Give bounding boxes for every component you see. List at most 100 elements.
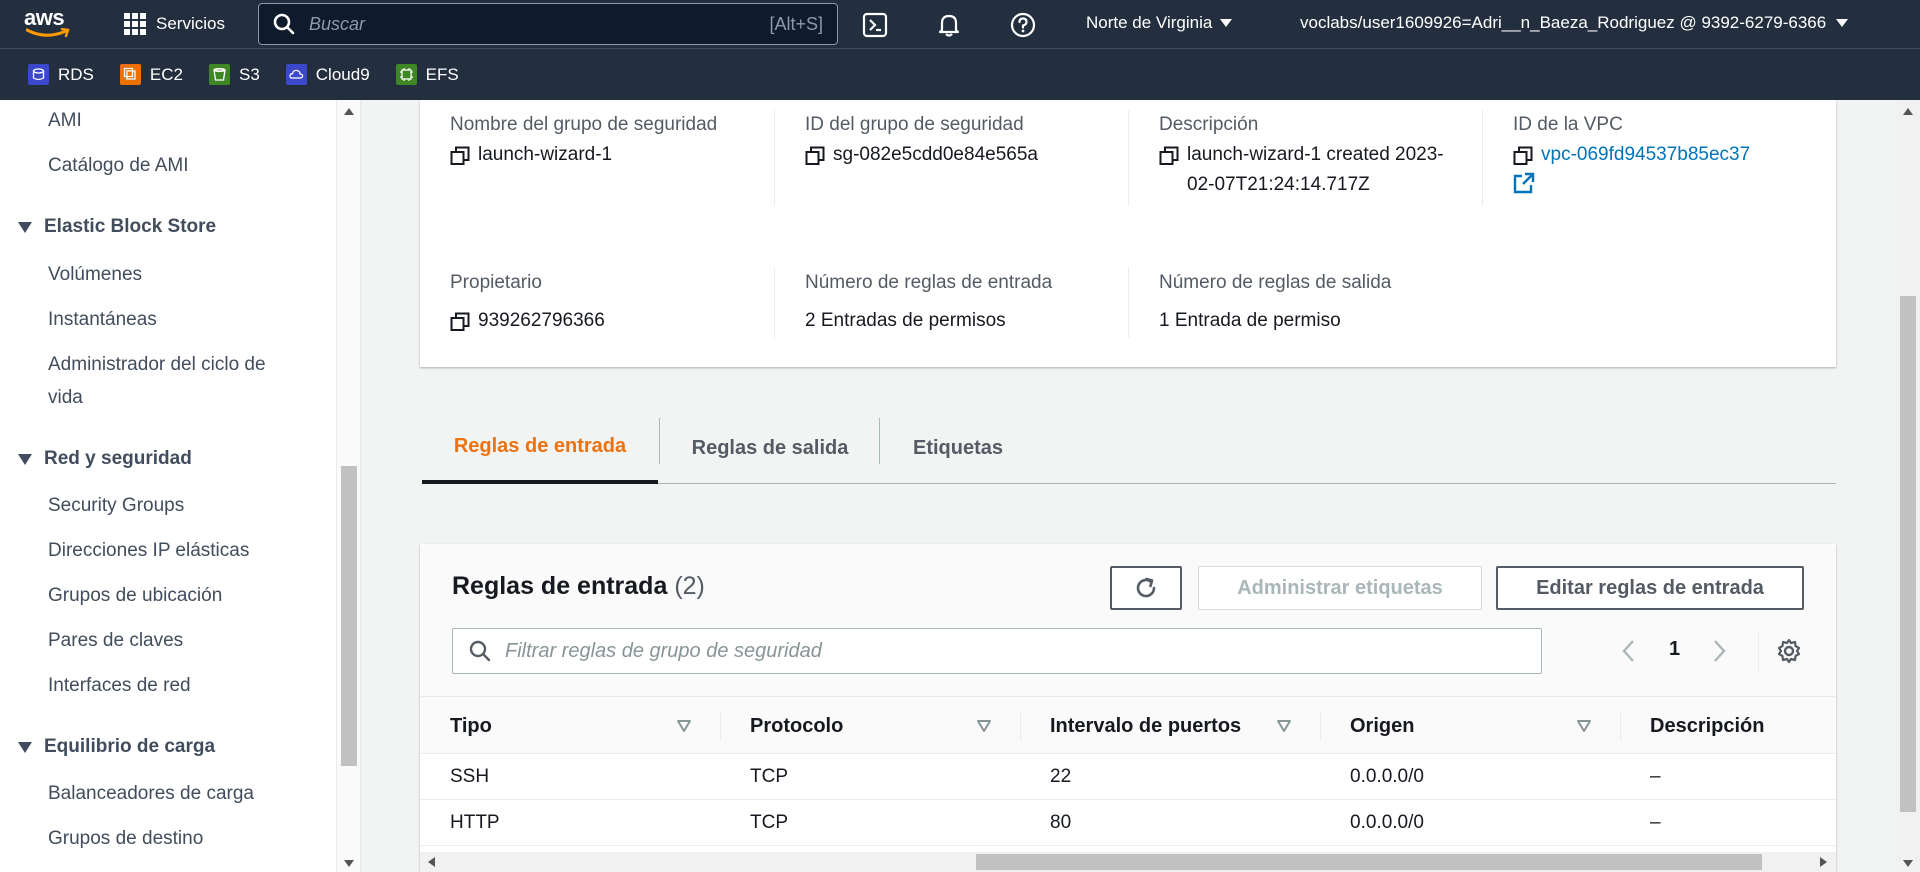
sidebar-item-key-pairs[interactable]: Pares de claves	[48, 624, 183, 657]
scroll-up-icon[interactable]	[344, 108, 354, 115]
sidebar-item-placement-groups[interactable]: Grupos de ubicación	[48, 579, 222, 612]
caret-down-icon	[18, 741, 32, 753]
settings-gear-icon[interactable]	[1776, 638, 1802, 664]
detail-separator	[1128, 110, 1129, 206]
filter-rules-input[interactable]: Filtrar reglas de grupo de seguridad	[452, 628, 1542, 674]
sidebar-item-snapshots[interactable]: Instantáneas	[48, 303, 157, 336]
sidebar-item-elastic-ips[interactable]: Direcciones IP elásticas	[48, 534, 249, 567]
refresh-button[interactable]	[1110, 566, 1182, 610]
detail-value: 939262796366	[478, 310, 605, 331]
table-row[interactable]: HTTP TCP 80 0.0.0.0/0 –	[420, 800, 1836, 846]
aws-smile-icon	[26, 28, 70, 38]
external-link-icon[interactable]	[1513, 172, 1535, 194]
sidebar-scrollbar-thumb[interactable]	[341, 466, 357, 766]
cell-port-range: 22	[1050, 766, 1072, 787]
region-selector[interactable]: Norte de Virginia	[1086, 13, 1233, 33]
cell-type: SSH	[450, 766, 490, 787]
page-vertical-scrollbar[interactable]	[1896, 100, 1920, 872]
caret-down-icon	[1836, 19, 1849, 27]
tab-inbound-rules[interactable]: Reglas de entrada	[422, 412, 658, 484]
copy-icon[interactable]	[450, 146, 470, 166]
scroll-up-icon[interactable]	[1903, 108, 1913, 115]
cell-port-range: 80	[1050, 812, 1072, 833]
column-header-port-range[interactable]: Intervalo de puertos	[1050, 697, 1241, 755]
scroll-down-icon[interactable]	[1903, 860, 1913, 867]
rules-count: (2)	[674, 572, 705, 600]
detail-inbound-count: Número de reglas de entrada 2 Entradas d…	[805, 268, 1125, 336]
detail-value: 1 Entrada de permiso	[1159, 310, 1341, 331]
section-title: Elastic Block Store	[44, 216, 217, 237]
rules-title-text: Reglas de entrada	[452, 572, 668, 600]
sidebar-item-load-balancers[interactable]: Balanceadores de carga	[48, 777, 254, 810]
detail-label: Propietario	[450, 272, 542, 293]
favorite-cloud9[interactable]: Cloud9	[285, 64, 370, 85]
favorite-s3[interactable]: S3	[208, 64, 260, 85]
favorite-rds[interactable]: RDS	[28, 64, 94, 85]
sidebar-item-ami-catalog[interactable]: Catálogo de AMI	[48, 149, 188, 182]
cell-description: –	[1650, 812, 1661, 833]
bell-icon[interactable]	[936, 12, 962, 38]
apps-grid-icon	[124, 13, 146, 35]
sidebar-section-elastic-block-store[interactable]: Elastic Block Store	[18, 216, 216, 238]
aws-logo[interactable]: aws	[24, 7, 78, 41]
account-label: voclabs/user1609926=Adri__n_Baeza_Rodrig…	[1300, 13, 1827, 32]
services-menu-button[interactable]: Servicios	[124, 10, 225, 38]
detail-separator	[774, 268, 775, 338]
filter-placeholder: Filtrar reglas de grupo de seguridad	[505, 639, 822, 662]
copy-icon[interactable]	[1159, 146, 1179, 166]
sidebar-section-network-security[interactable]: Red y seguridad	[18, 448, 192, 470]
detail-description: Descripción launch-wizard-1 created 2023…	[1159, 110, 1479, 200]
sidebar-scrollbar[interactable]	[336, 100, 360, 872]
rules-header: Reglas de entrada (2) Administrar etique…	[420, 544, 1836, 696]
tab-tags[interactable]: Etiquetas	[880, 412, 1036, 484]
detail-separator	[1482, 110, 1483, 206]
favorite-ec2[interactable]: EC2	[119, 64, 183, 85]
chevron-left-icon[interactable]	[1620, 638, 1638, 664]
scroll-down-icon[interactable]	[344, 860, 354, 867]
scroll-left-icon[interactable]	[428, 857, 435, 867]
page-scrollbar-thumb[interactable]	[1900, 296, 1916, 812]
tab-outbound-rules[interactable]: Reglas de salida	[660, 412, 880, 484]
favorite-label: Cloud9	[315, 64, 370, 84]
sort-icon[interactable]	[676, 719, 692, 733]
table-horizontal-scrollbar[interactable]	[420, 852, 1836, 872]
column-separator	[1620, 711, 1621, 741]
column-header-description[interactable]: Descripción	[1650, 697, 1764, 755]
sidebar-item-network-interfaces[interactable]: Interfaces de red	[48, 669, 191, 702]
chevron-right-icon[interactable]	[1710, 638, 1728, 664]
s3-bucket-icon	[208, 64, 230, 85]
caret-down-icon	[18, 221, 32, 233]
column-header-type[interactable]: Tipo	[450, 697, 492, 755]
column-header-source[interactable]: Origen	[1350, 697, 1414, 755]
help-icon[interactable]	[1010, 12, 1036, 38]
edit-inbound-rules-button[interactable]: Editar reglas de entrada	[1496, 566, 1804, 610]
sidebar-item-target-groups[interactable]: Grupos de destino	[48, 822, 203, 855]
vpc-link[interactable]: vpc-069fd94537b85ec37	[1541, 140, 1750, 170]
column-header-protocol[interactable]: Protocolo	[750, 697, 843, 755]
sidebar-item-lifecycle-manager[interactable]: Administrador del ciclo de vida	[48, 348, 288, 414]
page-number[interactable]: 1	[1669, 638, 1680, 661]
favorite-efs[interactable]: EFS	[395, 64, 459, 85]
manage-tags-button[interactable]: Administrar etiquetas	[1198, 566, 1482, 610]
sidebar-item-volumes[interactable]: Volúmenes	[48, 258, 142, 291]
scroll-right-icon[interactable]	[1820, 857, 1827, 867]
cloudshell-icon[interactable]	[862, 12, 888, 38]
table-row[interactable]: SSH TCP 22 0.0.0.0/0 –	[420, 754, 1836, 800]
copy-icon[interactable]	[1513, 146, 1533, 166]
sort-icon[interactable]	[976, 719, 992, 733]
account-menu[interactable]: voclabs/user1609926=Adri__n_Baeza_Rodrig…	[1300, 13, 1849, 33]
sidebar-item-ami[interactable]: AMI	[48, 104, 82, 137]
copy-icon[interactable]	[450, 312, 470, 332]
sort-icon[interactable]	[1576, 719, 1592, 733]
sidebar-section-load-balancing[interactable]: Equilibrio de carga	[18, 736, 215, 758]
cell-source: 0.0.0.0/0	[1350, 812, 1424, 833]
sort-icon[interactable]	[1276, 719, 1292, 733]
top-navigation: aws Servicios Buscar [Alt+S] Norte de Vi…	[0, 0, 1920, 48]
search-input[interactable]: Buscar [Alt+S]	[258, 3, 838, 45]
copy-icon[interactable]	[805, 146, 825, 166]
detail-value: launch-wizard-1 created 2023-02-07T21:24…	[1187, 144, 1444, 195]
detail-owner: Propietario 939262796366	[450, 268, 750, 336]
detail-group-name: Nombre del grupo de seguridad launch-wiz…	[450, 110, 750, 170]
sidebar-item-security-groups[interactable]: Security Groups	[48, 489, 184, 522]
horizontal-scrollbar-thumb[interactable]	[976, 854, 1762, 870]
